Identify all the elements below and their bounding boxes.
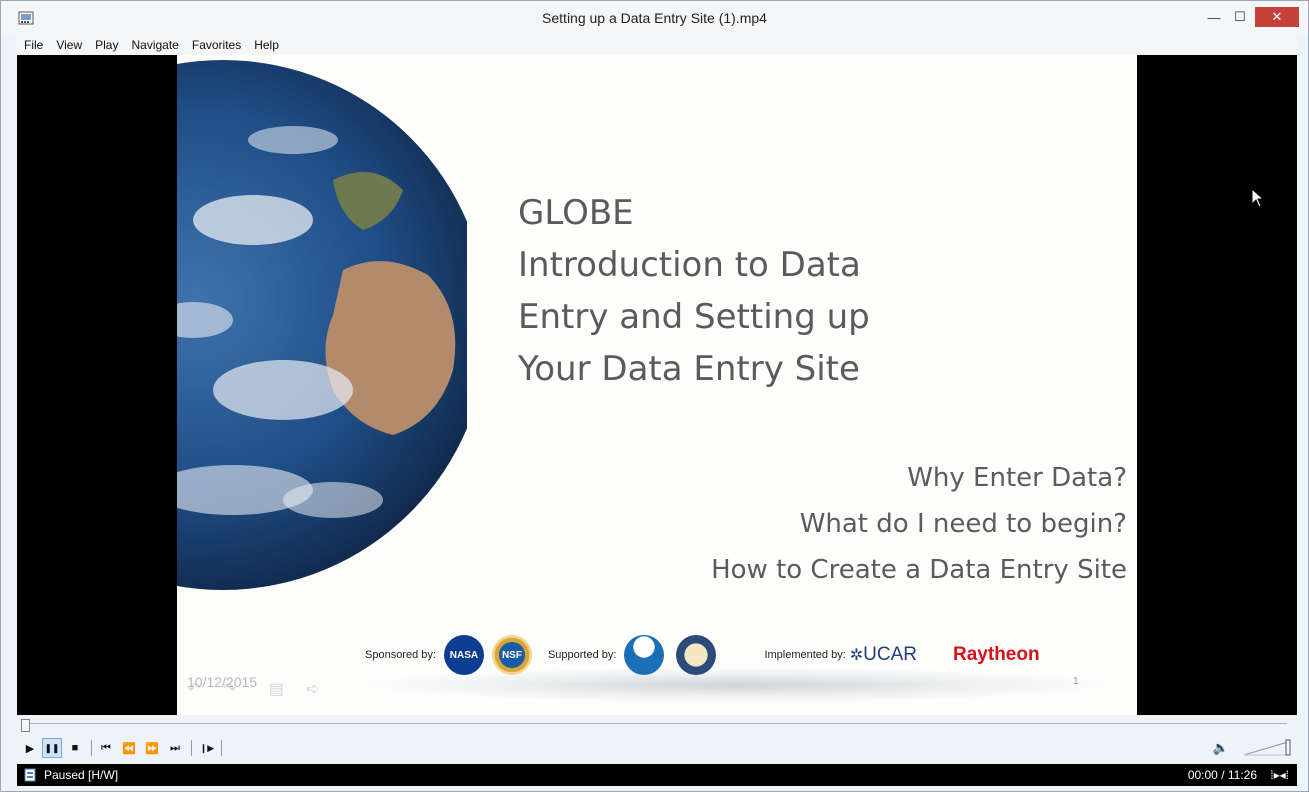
close-button[interactable]: ✕ xyxy=(1255,7,1299,27)
slide-title-line: Entry and Setting up xyxy=(518,297,870,337)
volume-slider[interactable] xyxy=(1242,739,1292,757)
sponsored-by-label: Sponsored by: xyxy=(365,649,436,661)
pause-icon: ❚❚ xyxy=(44,742,60,753)
implemented-by-label: Implemented by: xyxy=(764,649,846,661)
bullet-item: What do I need to begin? xyxy=(799,509,1127,539)
slide-title-line: GLOBE xyxy=(518,193,634,233)
stop-button[interactable]: ■ xyxy=(65,738,85,758)
close-icon: ✕ xyxy=(1271,9,1283,24)
next-button[interactable]: ⏭ xyxy=(165,738,185,758)
slide-page-number: 1 xyxy=(1073,676,1079,687)
toolbar-separator xyxy=(191,740,192,756)
maximize-button[interactable]: ☐ xyxy=(1227,7,1253,27)
slide-menu-icon: ▤ xyxy=(268,681,284,698)
maximize-icon: ☐ xyxy=(1234,9,1246,24)
video-area[interactable]: GLOBE Introduction to Data Entry and Set… xyxy=(17,55,1297,715)
noaa-logo xyxy=(624,635,665,675)
play-button[interactable]: ▶ xyxy=(20,738,40,758)
slide-date: 10/12/2015 xyxy=(187,674,258,690)
speaker-icon: 🔈 xyxy=(1212,740,1230,755)
bullet-item: How to Create a Data Entry Site xyxy=(711,555,1127,585)
rewind-icon: ⏪ xyxy=(122,742,136,755)
audio-output-icon[interactable]: ⁞▸◂⁞ xyxy=(1270,768,1289,782)
earth-globe-image xyxy=(177,60,467,590)
status-bar: Paused [H/W] 00:00 / 11:26 ⁞▸◂⁞ xyxy=(17,764,1297,786)
stop-icon: ■ xyxy=(71,742,79,754)
seek-thumb[interactable] xyxy=(21,719,30,732)
playback-status: Paused [H/W] xyxy=(44,768,119,782)
supported-by-label: Supported by: xyxy=(547,649,617,661)
toolbar-separator xyxy=(221,740,222,756)
menu-view[interactable]: View xyxy=(56,38,82,52)
next-arrow-icon: ➪ xyxy=(306,681,320,698)
slide-title-line: Introduction to Data xyxy=(518,245,861,285)
state-department-seal xyxy=(676,635,717,675)
slide-title-line: Your Data Entry Site xyxy=(518,349,860,389)
menu-play[interactable]: Play xyxy=(95,38,118,52)
frame-step-button[interactable]: ❙▶ xyxy=(197,738,217,758)
toolbar-separator xyxy=(91,740,92,756)
menu-favorites[interactable]: Favorites xyxy=(192,38,241,52)
menu-file[interactable]: File xyxy=(24,38,43,52)
play-icon: ▶ xyxy=(25,742,35,755)
next-icon: ⏭ xyxy=(170,741,180,754)
bullet-item: Why Enter Data? xyxy=(907,463,1127,493)
slide-title: GLOBE Introduction to Data Entry and Set… xyxy=(518,187,938,395)
menu-help[interactable]: Help xyxy=(254,38,279,52)
mute-button[interactable]: 🔈 xyxy=(1211,738,1231,758)
minimize-button[interactable]: — xyxy=(1201,7,1227,27)
mouse-cursor-icon xyxy=(1251,188,1265,208)
sponsor-row: Sponsored by: NASA NSF Supported by: Imp… xyxy=(365,635,1115,675)
media-player-window: Setting up a Data Entry Site (1).mp4 — ☐… xyxy=(0,0,1309,792)
seek-bar[interactable] xyxy=(17,715,1297,733)
playback-controls: ▶ ❚❚ ■ ⏮ ⏪ ⏩ ⏭ ❙▶ 🔈 xyxy=(17,733,1297,763)
nasa-logo: NASA xyxy=(443,635,484,675)
raytheon-logo: Raytheon xyxy=(953,644,1040,665)
title-bar[interactable]: Setting up a Data Entry Site (1).mp4 — ☐… xyxy=(1,1,1308,35)
fast-forward-icon: ⏩ xyxy=(145,742,159,755)
nsf-logo: NSF xyxy=(491,635,532,675)
fast-forward-button[interactable]: ⏩ xyxy=(142,738,162,758)
slide-bullets: Why Enter Data? What do I need to begin?… xyxy=(711,455,1127,593)
ucar-logo: UCAR xyxy=(863,644,918,665)
menu-bar: File View Play Navigate Favorites Help xyxy=(16,35,1297,55)
minimize-icon: — xyxy=(1207,9,1221,25)
previous-button[interactable]: ⏮ xyxy=(96,738,116,758)
menu-navigate[interactable]: Navigate xyxy=(131,38,178,52)
time-display: 00:00 / 11:26 xyxy=(1187,768,1257,782)
rewind-button[interactable]: ⏪ xyxy=(119,738,139,758)
file-icon xyxy=(24,768,36,782)
pause-button[interactable]: ❚❚ xyxy=(42,738,62,758)
presentation-slide: GLOBE Introduction to Data Entry and Set… xyxy=(177,55,1137,715)
frame-step-icon: ❙▶ xyxy=(199,742,215,753)
previous-icon: ⏮ xyxy=(101,741,111,754)
window-title: Setting up a Data Entry Site (1).mp4 xyxy=(542,10,767,26)
seek-track[interactable] xyxy=(23,723,1287,724)
ucar-logo-star: ✲ xyxy=(849,647,864,664)
